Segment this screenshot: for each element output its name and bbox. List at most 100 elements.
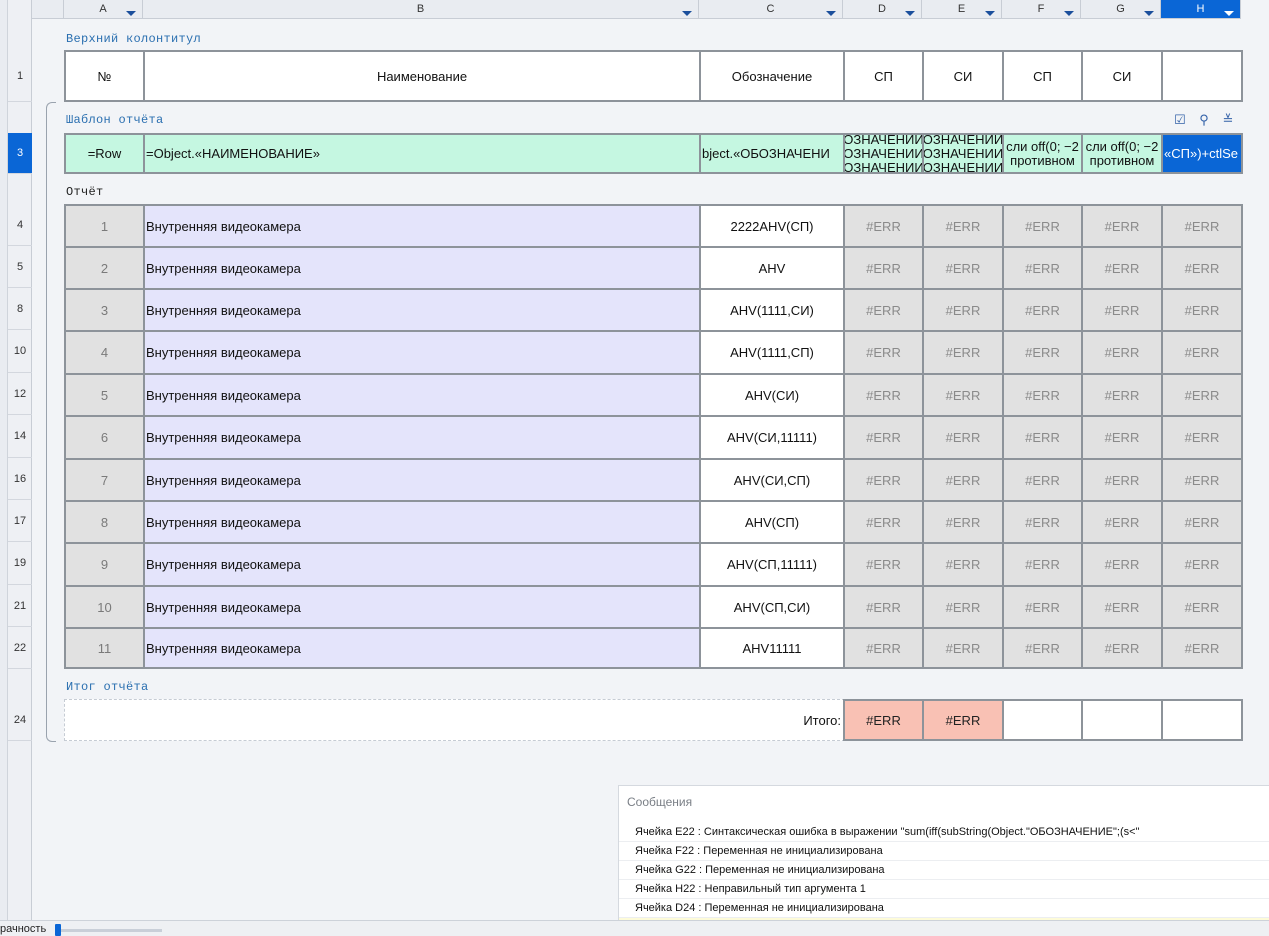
- column-header-f[interactable]: F: [1002, 0, 1081, 19]
- row-header-14[interactable]: 14: [8, 415, 32, 458]
- report-row-value[interactable]: #ERR: [1081, 458, 1163, 502]
- transparency-slider-track[interactable]: [56, 929, 162, 932]
- row-header-22[interactable]: 22: [8, 627, 32, 669]
- report-row-designation[interactable]: AHV(СП): [699, 500, 845, 544]
- report-row-value[interactable]: #ERR: [1081, 415, 1163, 460]
- report-row-value[interactable]: #ERR: [1002, 542, 1083, 587]
- dropdown-arrow-icon[interactable]: [126, 11, 136, 16]
- report-row-name[interactable]: Внутренняя видеокамера: [143, 627, 701, 669]
- dropdown-arrow-icon[interactable]: [682, 11, 692, 16]
- message-line[interactable]: Ячейка D24 : Переменная не инициализиров…: [619, 899, 1269, 918]
- report-row-designation[interactable]: AHV: [699, 246, 845, 290]
- report-row-value[interactable]: #ERR: [1002, 246, 1083, 290]
- header-cell[interactable]: [1161, 50, 1243, 102]
- header-cell[interactable]: СИ: [1081, 50, 1163, 102]
- dropdown-arrow-icon[interactable]: [985, 11, 995, 16]
- report-row-number[interactable]: 8: [64, 500, 145, 544]
- row-header-24[interactable]: 24: [8, 699, 32, 741]
- dropdown-arrow-icon[interactable]: [1144, 11, 1154, 16]
- column-header-a[interactable]: A: [64, 0, 143, 19]
- column-header-h[interactable]: H: [1161, 0, 1241, 19]
- report-row-name[interactable]: Внутренняя видеокамера: [143, 288, 701, 332]
- report-row-value[interactable]: #ERR: [843, 458, 924, 502]
- report-row-value[interactable]: #ERR: [843, 204, 924, 248]
- report-row-value[interactable]: #ERR: [1081, 373, 1163, 417]
- report-row-value[interactable]: #ERR: [1161, 500, 1243, 544]
- report-row-value[interactable]: #ERR: [922, 415, 1004, 460]
- report-row-value[interactable]: #ERR: [922, 204, 1004, 248]
- report-row-designation[interactable]: AHV(1111,СП): [699, 330, 845, 375]
- report-row-designation[interactable]: 2222AHV(СП): [699, 204, 845, 248]
- report-row-value[interactable]: #ERR: [1002, 288, 1083, 332]
- dropdown-arrow-icon[interactable]: [1224, 11, 1234, 16]
- report-row-name[interactable]: Внутренняя видеокамера: [143, 585, 701, 629]
- report-row-value[interactable]: #ERR: [1081, 500, 1163, 544]
- header-cell[interactable]: №: [64, 50, 145, 102]
- report-row-value[interactable]: #ERR: [922, 627, 1004, 669]
- report-row-value[interactable]: #ERR: [922, 373, 1004, 417]
- report-row-value[interactable]: #ERR: [1081, 288, 1163, 332]
- report-row-value[interactable]: #ERR: [922, 585, 1004, 629]
- report-row-name[interactable]: Внутренняя видеокамера: [143, 415, 701, 460]
- align-icon[interactable]: ≚: [1220, 112, 1236, 128]
- header-cell[interactable]: СП: [1002, 50, 1083, 102]
- message-line[interactable]: Ячейка F22 : Переменная не инициализиров…: [619, 842, 1269, 861]
- row-header-3[interactable]: 3: [8, 133, 32, 174]
- report-row-designation[interactable]: AHV11111: [699, 627, 845, 669]
- row-header-10[interactable]: 10: [8, 330, 32, 373]
- report-row-value[interactable]: #ERR: [1161, 373, 1243, 417]
- report-row-value[interactable]: #ERR: [1081, 627, 1163, 669]
- report-row-value[interactable]: #ERR: [1002, 585, 1083, 629]
- report-row-number[interactable]: 11: [64, 627, 145, 669]
- template-cell-name[interactable]: =Object.«НАИМЕНОВАНИЕ»: [143, 133, 701, 174]
- total-cell-e[interactable]: #ERR: [922, 699, 1004, 741]
- report-row-value[interactable]: #ERR: [1161, 288, 1243, 332]
- column-header-e[interactable]: E: [922, 0, 1002, 19]
- report-row-value[interactable]: #ERR: [1002, 330, 1083, 375]
- report-row-name[interactable]: Внутренняя видеокамера: [143, 458, 701, 502]
- row-header-21[interactable]: 21: [8, 585, 32, 627]
- report-row-designation[interactable]: AHV(СИ,СП): [699, 458, 845, 502]
- report-row-name[interactable]: Внутренняя видеокамера: [143, 204, 701, 248]
- row-header-4[interactable]: 4: [8, 204, 32, 246]
- header-cell[interactable]: СП: [843, 50, 924, 102]
- report-row-designation[interactable]: AHV(СИ): [699, 373, 845, 417]
- report-row-value[interactable]: #ERR: [843, 288, 924, 332]
- report-row-value[interactable]: #ERR: [1161, 246, 1243, 290]
- report-row-number[interactable]: 10: [64, 585, 145, 629]
- report-row-value[interactable]: #ERR: [922, 542, 1004, 587]
- report-row-value[interactable]: #ERR: [922, 288, 1004, 332]
- total-label-cell[interactable]: Итого:: [64, 699, 845, 741]
- report-row-value[interactable]: #ERR: [843, 500, 924, 544]
- report-row-value[interactable]: #ERR: [1002, 415, 1083, 460]
- report-row-value[interactable]: #ERR: [922, 500, 1004, 544]
- row-header-5[interactable]: 5: [8, 246, 32, 288]
- report-row-name[interactable]: Внутренняя видеокамера: [143, 373, 701, 417]
- report-row-value[interactable]: #ERR: [1161, 542, 1243, 587]
- dropdown-arrow-icon[interactable]: [905, 11, 915, 16]
- report-row-value[interactable]: #ERR: [843, 373, 924, 417]
- report-row-value[interactable]: #ERR: [843, 627, 924, 669]
- report-row-value[interactable]: #ERR: [843, 246, 924, 290]
- report-row-number[interactable]: 4: [64, 330, 145, 375]
- dropdown-arrow-icon[interactable]: [1064, 11, 1074, 16]
- report-row-name[interactable]: Внутренняя видеокамера: [143, 246, 701, 290]
- report-row-value[interactable]: #ERR: [1081, 542, 1163, 587]
- report-row-value[interactable]: #ERR: [1002, 500, 1083, 544]
- row-header-1[interactable]: 1: [8, 50, 32, 102]
- template-cell-f[interactable]: сли off(0; −2 противном: [1002, 133, 1083, 174]
- total-cell-d[interactable]: #ERR: [843, 699, 924, 741]
- template-cell-row[interactable]: =Row: [64, 133, 145, 174]
- row-header-19[interactable]: 19: [8, 542, 32, 585]
- report-row-value[interactable]: #ERR: [1002, 204, 1083, 248]
- report-row-value[interactable]: #ERR: [922, 330, 1004, 375]
- report-row-value[interactable]: #ERR: [1081, 246, 1163, 290]
- report-row-value[interactable]: #ERR: [1161, 458, 1243, 502]
- report-row-value[interactable]: #ERR: [843, 415, 924, 460]
- report-row-value[interactable]: #ERR: [1002, 373, 1083, 417]
- template-cell-g[interactable]: сли off(0; −2 противном: [1081, 133, 1163, 174]
- report-row-number[interactable]: 9: [64, 542, 145, 587]
- report-row-designation[interactable]: AHV(1111,СИ): [699, 288, 845, 332]
- template-cell-d[interactable]: ОЗНАЧЕНИИ ОЗНАЧЕНИИ ОЗНАЧЕНИИ: [843, 133, 924, 174]
- report-row-value[interactable]: #ERR: [922, 458, 1004, 502]
